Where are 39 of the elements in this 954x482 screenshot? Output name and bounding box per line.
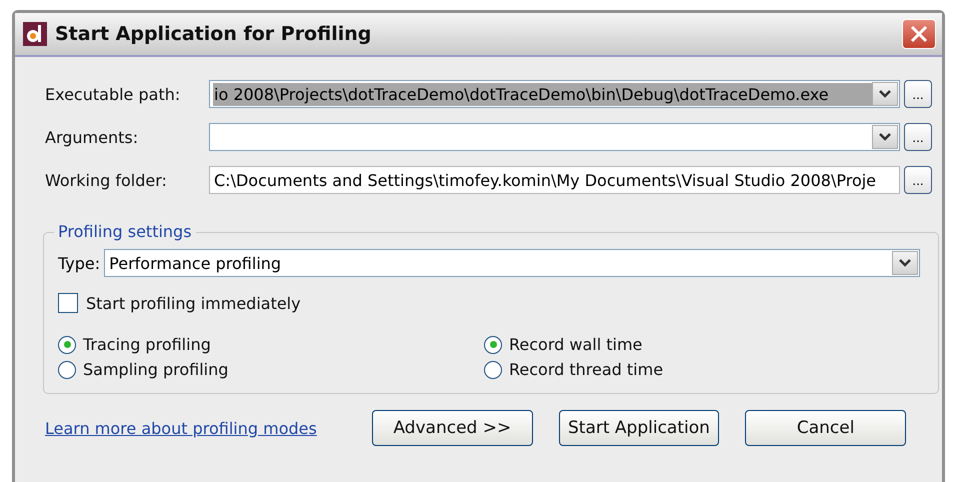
type-label: Type:	[58, 254, 100, 272]
radio-button[interactable]	[58, 360, 76, 378]
field-value: C:\Documents and Settings\timofey.komin\My Documents\Visual Studio 2008\Proje	[213, 170, 878, 192]
chevron-down-icon	[899, 259, 911, 267]
input-field[interactable]: C:\Documents and Settings\timofey.komin\My Documents\Visual Studio 2008\Proje	[209, 166, 900, 194]
input-field[interactable]	[209, 123, 900, 151]
browse-button[interactable]: ...	[904, 123, 932, 151]
field-label: Working folder:	[45, 170, 168, 190]
app-logo-icon	[23, 22, 47, 46]
browse-button[interactable]: ...	[904, 166, 932, 194]
radio-button[interactable]	[58, 336, 76, 354]
chevron-down-icon	[879, 133, 891, 141]
help-link[interactable]: Learn more about profiling modes	[45, 418, 372, 438]
dropdown-value: Performance profiling	[108, 252, 282, 274]
close-icon	[910, 25, 928, 43]
radio-label: Tracing profiling	[83, 335, 211, 354]
window-title: Start Application for Profiling	[55, 23, 372, 45]
checkbox[interactable]	[58, 293, 78, 313]
close-button[interactable]	[902, 19, 936, 49]
checkbox-label: Start profiling immediately	[86, 294, 301, 312]
input-field[interactable]: io 2008\Projects\dotTraceDemo\dotTraceDemo\bin\Debug\dotTraceDemo.exe	[209, 80, 900, 108]
field-value: io 2008\Projects\dotTraceDemo\dotTraceDemo\bin\Debug\dotTraceDemo.exe	[213, 82, 872, 106]
dropdown-button[interactable]	[872, 82, 898, 106]
radio-label: Sampling profiling	[83, 360, 228, 379]
radio-button[interactable]	[484, 360, 502, 378]
radio-label: Record thread time	[509, 360, 664, 379]
dialog-button[interactable]: Start Application	[558, 410, 720, 446]
radio-button[interactable]	[484, 336, 502, 354]
chevron-down-icon	[879, 90, 891, 98]
type-dropdown[interactable]: Performance profiling	[104, 249, 920, 277]
radio-label: Record wall time	[509, 335, 642, 354]
field-label: Executable path:	[45, 84, 182, 104]
group-title: Profiling settings	[54, 222, 196, 241]
dropdown-button[interactable]	[872, 125, 898, 149]
dropdown-button[interactable]	[892, 251, 918, 275]
dialog-button[interactable]: Cancel	[745, 410, 906, 446]
browse-button[interactable]: ...	[904, 80, 932, 108]
field-label: Arguments:	[45, 128, 140, 146]
dialog-button[interactable]: Advanced >>	[372, 410, 533, 446]
